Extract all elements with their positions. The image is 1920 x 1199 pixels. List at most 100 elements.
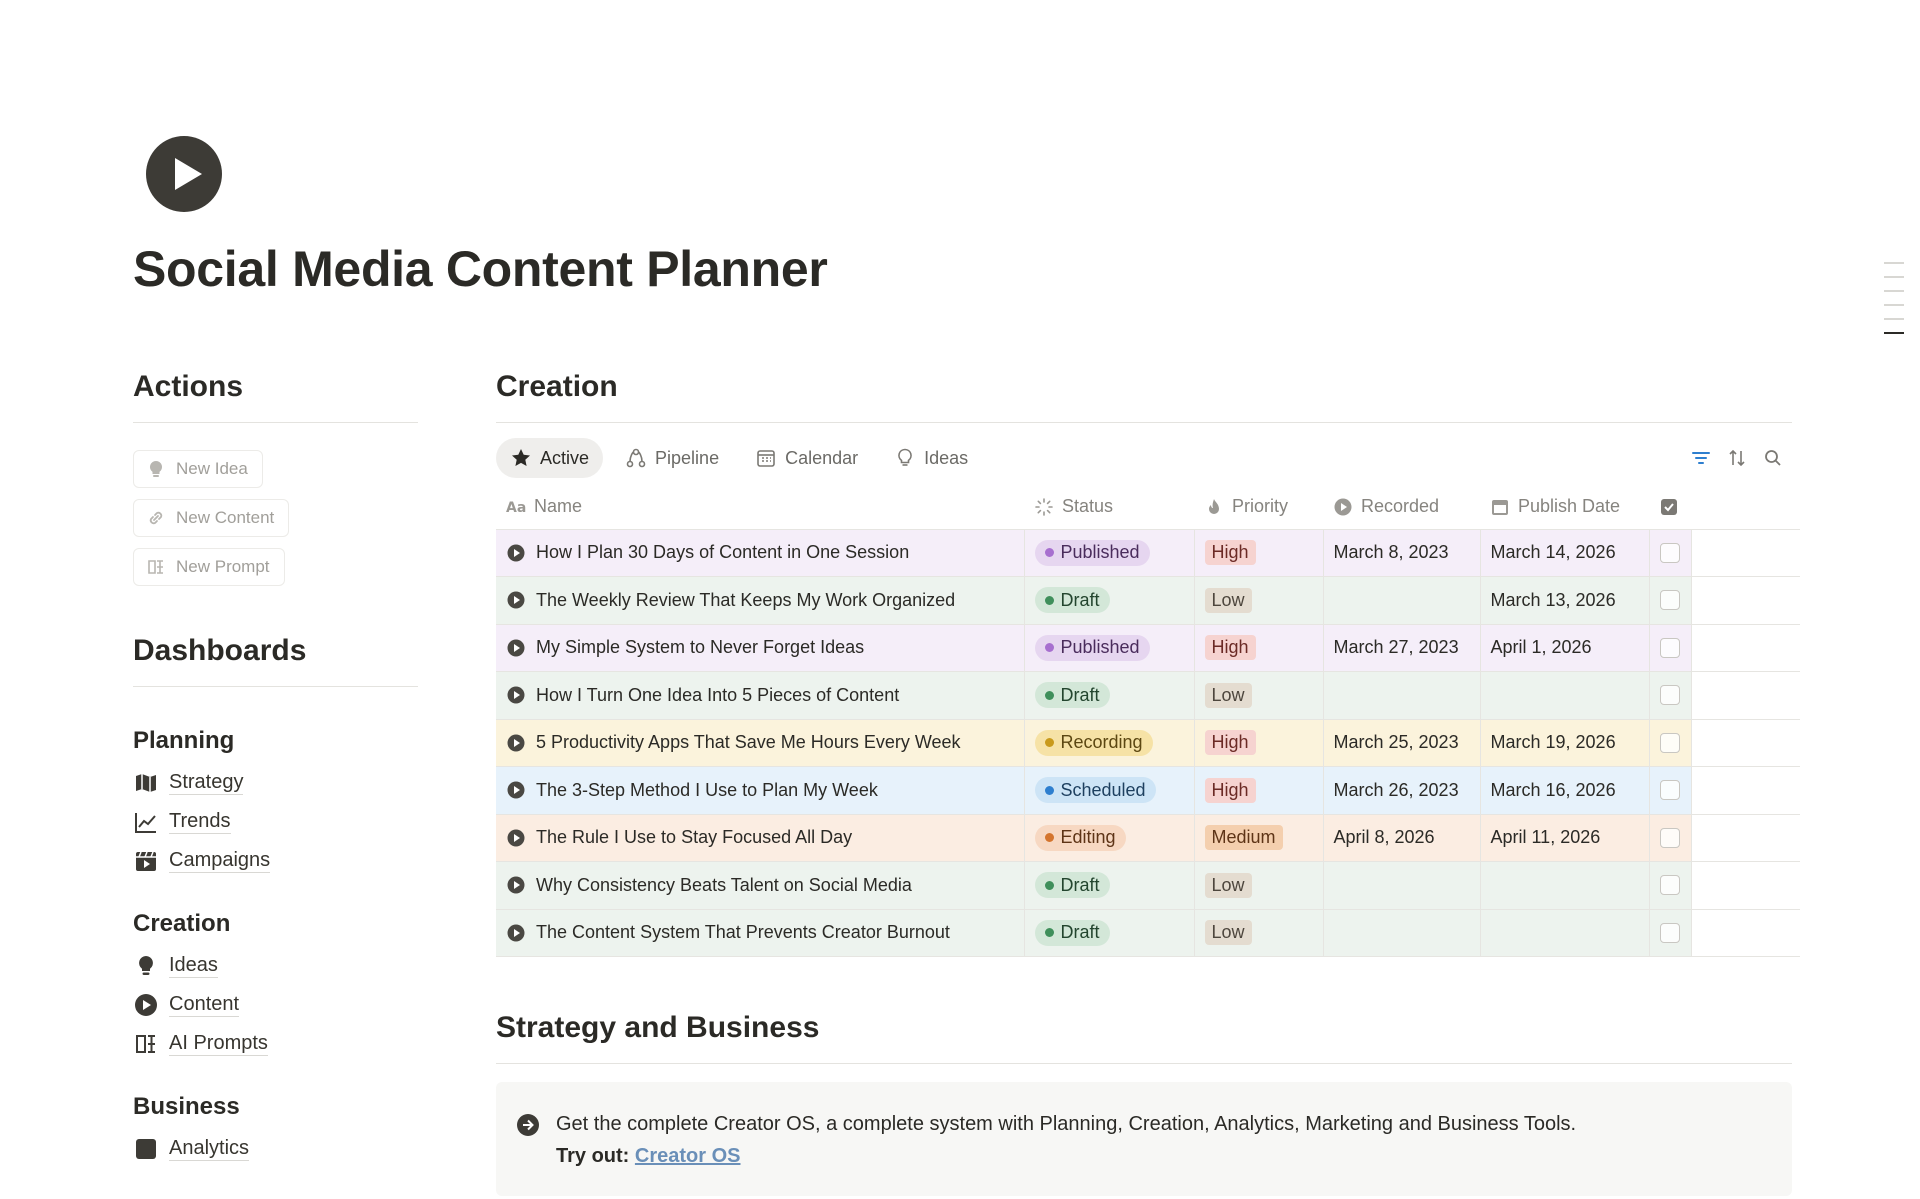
recorded-cell[interactable]: March 25, 2023 [1323,719,1481,767]
toc-mark-current[interactable] [1884,332,1904,334]
done-checkbox[interactable] [1659,685,1680,706]
ai-prompts-link[interactable]: AI Prompts [133,1024,418,1063]
priority-cell[interactable]: Low [1194,861,1324,910]
priority-cell[interactable]: High [1194,624,1324,672]
recorded-cell[interactable]: March 8, 2023 [1323,529,1481,577]
play-circle-icon[interactable] [146,136,222,212]
priority-cell[interactable]: Low [1194,576,1324,625]
table-row[interactable]: The 3-Step Method I Use to Plan My Week S… [496,766,1800,815]
priority-cell[interactable]: Medium [1194,814,1324,862]
done-cell[interactable] [1649,529,1692,577]
recorded-cell[interactable]: March 26, 2023 [1323,766,1481,815]
recorded-cell[interactable] [1323,909,1481,957]
name-cell[interactable]: My Simple System to Never Forget Ideas [496,624,1025,672]
content-link[interactable]: Content [133,985,418,1024]
page-title[interactable]: Social Media Content Planner [133,240,828,298]
done-checkbox[interactable] [1659,780,1680,801]
tab-ideas[interactable]: Ideas [880,438,982,478]
done-cell[interactable] [1649,861,1692,910]
sort-icon[interactable] [1726,447,1748,469]
done-checkbox[interactable] [1659,875,1680,896]
recorded-cell[interactable] [1323,576,1481,625]
name-cell[interactable]: The 3-Step Method I Use to Plan My Week [496,766,1025,815]
priority-cell[interactable]: High [1194,529,1324,577]
name-cell[interactable]: How I Plan 30 Days of Content in One Ses… [496,529,1025,577]
status-cell[interactable]: Draft [1024,861,1195,910]
status-cell[interactable]: Draft [1024,671,1195,720]
priority-cell[interactable]: High [1194,766,1324,815]
name-cell[interactable]: The Content System That Prevents Creator… [496,909,1025,957]
table-row[interactable]: Why Consistency Beats Talent on Social M… [496,861,1800,910]
strategy-link[interactable]: Strategy [133,763,418,802]
done-cell[interactable] [1649,624,1692,672]
column-header-name[interactable]: Aa Name [496,485,1024,530]
priority-cell[interactable]: Low [1194,909,1324,957]
status-cell[interactable]: Draft [1024,576,1195,625]
table-row[interactable]: The Weekly Review That Keeps My Work Org… [496,576,1800,625]
table-of-contents-indicator[interactable] [1884,262,1904,334]
toc-mark[interactable] [1884,304,1904,306]
publish-date-cell[interactable] [1480,909,1650,957]
new-prompt-button[interactable]: New Prompt [133,548,285,586]
table-row[interactable]: How I Turn One Idea Into 5 Pieces of Con… [496,671,1800,720]
done-checkbox[interactable] [1659,637,1680,658]
new-content-button[interactable]: New Content [133,499,290,537]
trends-link[interactable]: Trends [133,802,418,841]
status-cell[interactable]: Draft [1024,909,1195,957]
publish-date-cell[interactable]: April 1, 2026 [1480,624,1650,672]
done-cell[interactable] [1649,909,1692,957]
tab-pipeline[interactable]: Pipeline [611,438,733,478]
done-checkbox[interactable] [1659,922,1680,943]
tab-active[interactable]: Active [496,438,604,478]
status-cell[interactable]: Recording [1024,719,1195,767]
column-header-publish-date[interactable]: Publish Date [1480,485,1649,530]
toc-mark[interactable] [1884,290,1904,292]
analytics-link[interactable]: Analytics [133,1129,418,1168]
priority-cell[interactable]: Low [1194,671,1324,720]
name-cell[interactable]: The Rule I Use to Stay Focused All Day [496,814,1025,862]
publish-date-cell[interactable] [1480,671,1650,720]
name-cell[interactable]: Why Consistency Beats Talent on Social M… [496,861,1025,910]
done-cell[interactable] [1649,719,1692,767]
status-cell[interactable]: Published [1024,624,1195,672]
publish-date-cell[interactable]: March 19, 2026 [1480,719,1650,767]
campaigns-link[interactable]: Campaigns [133,841,418,880]
publish-date-cell[interactable]: April 11, 2026 [1480,814,1650,862]
publish-date-cell[interactable]: March 16, 2026 [1480,766,1650,815]
toc-mark[interactable] [1884,276,1904,278]
publish-date-cell[interactable] [1480,861,1650,910]
search-icon[interactable] [1762,447,1784,469]
status-cell[interactable]: Editing [1024,814,1195,862]
ideas-link[interactable]: Ideas [133,946,418,985]
column-header-priority[interactable]: Priority [1194,485,1323,530]
tab-calendar[interactable]: Calendar [741,438,872,478]
done-cell[interactable] [1649,766,1692,815]
toc-mark[interactable] [1884,262,1904,264]
done-checkbox[interactable] [1659,827,1680,848]
recorded-cell[interactable]: April 8, 2026 [1323,814,1481,862]
column-header-status[interactable]: Status [1024,485,1194,530]
table-row[interactable]: The Rule I Use to Stay Focused All Day Ed… [496,814,1800,862]
done-cell[interactable] [1649,671,1692,720]
recorded-cell[interactable] [1323,671,1481,720]
filter-icon[interactable] [1690,447,1712,469]
priority-cell[interactable]: High [1194,719,1324,767]
done-checkbox[interactable] [1659,590,1680,611]
done-checkbox[interactable] [1659,732,1680,753]
new-idea-button[interactable]: New Idea [133,450,263,488]
done-cell[interactable] [1649,576,1692,625]
recorded-cell[interactable] [1323,861,1481,910]
done-cell[interactable] [1649,814,1692,862]
name-cell[interactable]: How I Turn One Idea Into 5 Pieces of Con… [496,671,1025,720]
name-cell[interactable]: The Weekly Review That Keeps My Work Org… [496,576,1025,625]
column-header-done[interactable] [1649,485,1691,530]
column-header-recorded[interactable]: Recorded [1323,485,1480,530]
toc-mark[interactable] [1884,318,1904,320]
table-row[interactable]: The Content System That Prevents Creator… [496,909,1800,957]
done-checkbox[interactable] [1659,542,1680,563]
name-cell[interactable]: 5 Productivity Apps That Save Me Hours E… [496,719,1025,767]
status-cell[interactable]: Published [1024,529,1195,577]
recorded-cell[interactable]: March 27, 2023 [1323,624,1481,672]
creator-os-link[interactable]: Creator OS [635,1145,741,1167]
publish-date-cell[interactable]: March 14, 2026 [1480,529,1650,577]
